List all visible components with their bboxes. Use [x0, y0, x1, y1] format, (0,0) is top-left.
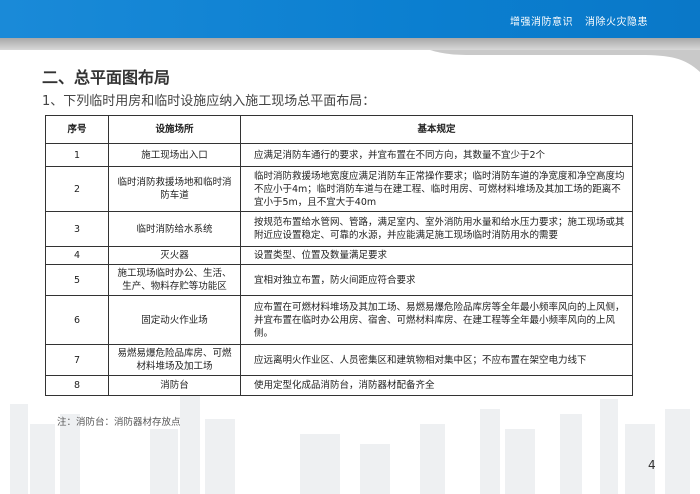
- table-row: 1 施工现场出入口 应满足消防车通行的要求，并宜布置在不同方向，其数量不宜少于2个: [45, 143, 633, 167]
- row-no: 6: [45, 295, 109, 345]
- row-place: 施工现场临时办公、生活、生产、物料存贮等功能区: [108, 264, 241, 296]
- row-rule: 按规范布置给水管网、管路，满足室内、室外消防用水量和给水压力要求；施工现场或其附…: [240, 211, 633, 247]
- table-row: 7 易燃易爆危险品库房、可燃材料堆场及加工场 应远离明火作业区、人员密集区和建筑物相…: [45, 344, 633, 376]
- row-place: 施工现场出入口: [108, 143, 241, 167]
- slogan-part-2: 消除火灾隐患: [585, 17, 648, 28]
- slogan-part-1: 增强消防意识: [510, 17, 573, 28]
- row-rule: 宜相对独立布置，防火间距应符合要求: [240, 264, 633, 296]
- row-no: 2: [45, 166, 109, 212]
- header-slogan: 增强消防意识 消除火灾隐患: [498, 13, 648, 28]
- row-no: 1: [45, 143, 109, 167]
- section-subtitle: 1、下列临时用房和临时设施应纳入施工现场总平面布局：: [42, 94, 376, 109]
- row-place: 灭火器: [108, 246, 241, 265]
- row-no: 5: [45, 264, 109, 296]
- table-row: 3 临时消防给水系统 按规范布置给水管网、管路，满足室内、室外消防用水量和给水压力要…: [45, 211, 633, 247]
- table-row: 8 消防台 使用定型化成品消防台，消防器材配备齐全: [45, 375, 633, 396]
- row-no: 8: [45, 375, 109, 396]
- row-rule: 应布置在可燃材料堆场及其加工场、易燃易爆危险品库房等全年最小频率风向的上风侧，并…: [240, 295, 633, 345]
- decorative-curve: [430, 50, 700, 72]
- header-gray-band: [0, 38, 700, 50]
- table-row: 6 固定动火作业场 应布置在可燃材料堆场及其加工场、易燃易爆危险品库房等全年最小频率…: [45, 295, 633, 345]
- table-row: 2 临时消防救援场地和临时消防车道 临时消防救援场地宽度应满足消防车正常操作要求；临…: [45, 166, 633, 212]
- row-no: 3: [45, 211, 109, 247]
- row-place: 临时消防救援场地和临时消防车道: [108, 166, 241, 212]
- page-number: 4: [648, 458, 656, 472]
- header-place: 设施场所: [108, 115, 241, 144]
- row-rule: 临时消防救援场地宽度应满足消防车正常操作要求；临时消防车道的净宽度和净空高度均不…: [240, 166, 633, 212]
- row-place: 固定动火作业场: [108, 295, 241, 345]
- header-bar: 增强消防意识 消除火灾隐患: [0, 0, 700, 38]
- section-title: 二、总平面图布局: [42, 68, 171, 87]
- row-place: 易燃易爆危险品库房、可燃材料堆场及加工场: [108, 344, 241, 376]
- row-rule: 应远离明火作业区、人员密集区和建筑物相对集中区；不应布置在架空电力线下: [240, 344, 633, 376]
- layout-rules-table: 序号 设施场所 基本规定 1 施工现场出入口 应满足消防车通行的要求，并宜布置在不同…: [45, 115, 633, 396]
- row-place: 临时消防给水系统: [108, 211, 241, 247]
- row-rule: 使用定型化成品消防台，消防器材配备齐全: [240, 375, 633, 396]
- row-rule: 设置类型、位置及数量满足要求: [240, 246, 633, 265]
- row-no: 4: [45, 246, 109, 265]
- row-no: 7: [45, 344, 109, 376]
- table-row: 5 施工现场临时办公、生活、生产、物料存贮等功能区 宜相对独立布置，防火间距应符合要…: [45, 264, 633, 296]
- table-header-row: 序号 设施场所 基本规定: [45, 115, 633, 144]
- header-rule: 基本规定: [240, 115, 633, 144]
- header-no: 序号: [45, 115, 109, 144]
- row-place: 消防台: [108, 375, 241, 396]
- table-row: 4 灭火器 设置类型、位置及数量满足要求: [45, 246, 633, 265]
- footnote: 注：消防台：消防器材存放点: [57, 417, 181, 428]
- row-rule: 应满足消防车通行的要求，并宜布置在不同方向，其数量不宜少于2个: [240, 143, 633, 167]
